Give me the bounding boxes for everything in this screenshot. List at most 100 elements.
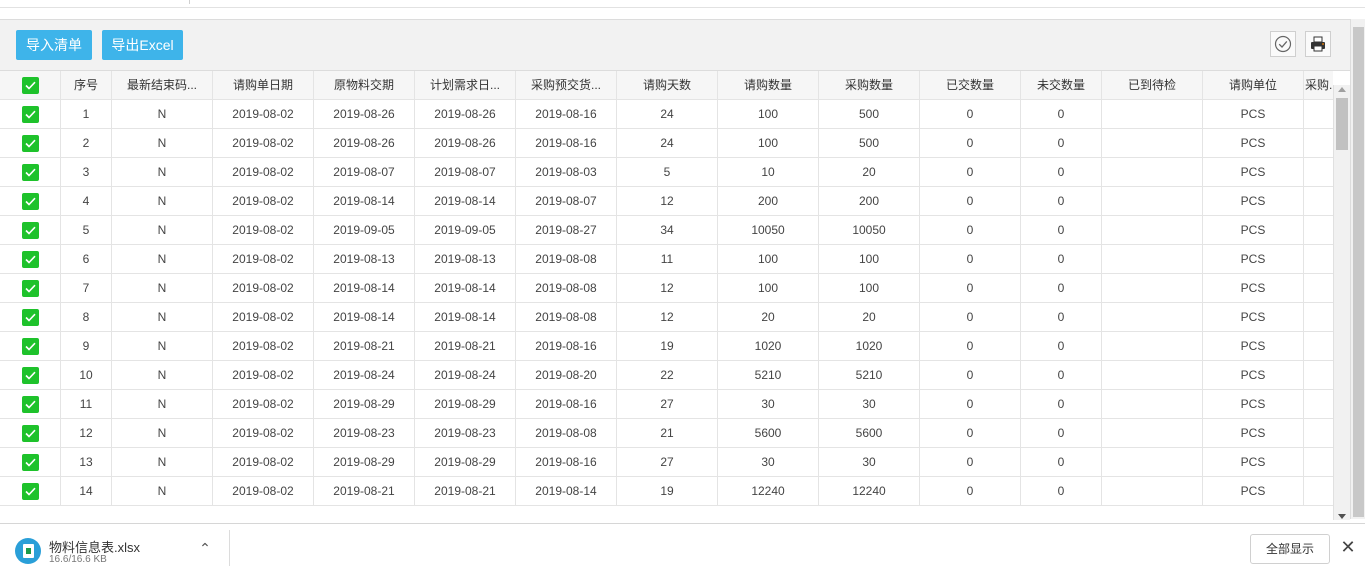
table-cell[interactable]: 11: [61, 390, 112, 419]
table-cell[interactable]: 2019-08-23: [415, 419, 516, 448]
row-select-cell[interactable]: [0, 361, 61, 390]
row-select-cell[interactable]: [0, 245, 61, 274]
table-cell[interactable]: 100: [718, 129, 819, 158]
table-cell[interactable]: 2019-08-02: [213, 477, 314, 506]
table-cell[interactable]: 2019-08-03: [516, 158, 617, 187]
row-select-cell[interactable]: [0, 216, 61, 245]
table-cell[interactable]: 0: [1021, 361, 1102, 390]
import-list-button[interactable]: 导入清单: [16, 30, 92, 60]
checkbox-checked-icon[interactable]: [21, 251, 39, 268]
row-select-cell[interactable]: [0, 303, 61, 332]
column-header[interactable]: 请购数量: [718, 71, 819, 100]
table-cell[interactable]: 500: [819, 129, 920, 158]
table-cell[interactable]: 10: [61, 361, 112, 390]
table-cell[interactable]: 2019-08-02: [213, 332, 314, 361]
table-cell[interactable]: 2019-08-16: [516, 129, 617, 158]
row-select-cell[interactable]: [0, 187, 61, 216]
column-header[interactable]: 计划需求日...: [415, 71, 516, 100]
table-cell[interactable]: 20: [819, 303, 920, 332]
table-cell[interactable]: 0: [1021, 303, 1102, 332]
table-cell[interactable]: [1102, 419, 1203, 448]
checkbox-checked-icon[interactable]: [21, 367, 39, 384]
table-cell[interactable]: 3: [61, 158, 112, 187]
table-cell[interactable]: 2019-08-02: [213, 100, 314, 129]
table-cell[interactable]: 100: [718, 100, 819, 129]
table-cell[interactable]: PCS: [1203, 390, 1304, 419]
table-cell[interactable]: 24: [617, 100, 718, 129]
table-cell[interactable]: 11: [617, 245, 718, 274]
table-cell[interactable]: 2019-08-26: [415, 100, 516, 129]
table-cell[interactable]: PCS: [1203, 419, 1304, 448]
page-vertical-scroll-thumb[interactable]: [1353, 27, 1364, 517]
table-cell[interactable]: 2019-08-07: [415, 158, 516, 187]
table-cell[interactable]: 5: [61, 216, 112, 245]
column-header[interactable]: 序号: [61, 71, 112, 100]
table-cell[interactable]: 2019-08-29: [314, 448, 415, 477]
checkbox-checked-icon[interactable]: [21, 309, 39, 326]
table-cell[interactable]: 2019-08-14: [314, 303, 415, 332]
checkbox-checked-icon[interactable]: [21, 164, 39, 181]
table-cell[interactable]: 30: [718, 448, 819, 477]
table-cell[interactable]: 1020: [819, 332, 920, 361]
table-cell[interactable]: 0: [920, 216, 1021, 245]
export-excel-button[interactable]: 导出Excel: [102, 30, 183, 60]
scroll-up-icon[interactable]: [1338, 87, 1346, 92]
table-cell[interactable]: 2019-08-26: [415, 129, 516, 158]
column-header[interactable]: 最新结束码...: [112, 71, 213, 100]
scroll-down-icon[interactable]: [1338, 514, 1346, 519]
table-cell[interactable]: 2019-08-14: [314, 274, 415, 303]
table-cell[interactable]: 2019-08-14: [516, 477, 617, 506]
table-cell[interactable]: [1102, 158, 1203, 187]
table-cell[interactable]: 5210: [718, 361, 819, 390]
page-vertical-scrollbar[interactable]: [1350, 19, 1365, 519]
table-cell[interactable]: PCS: [1203, 332, 1304, 361]
table-cell[interactable]: 2019-08-02: [213, 245, 314, 274]
table-cell[interactable]: PCS: [1203, 448, 1304, 477]
table-cell[interactable]: [1102, 332, 1203, 361]
table-cell[interactable]: 27: [617, 390, 718, 419]
column-header[interactable]: 请购单位: [1203, 71, 1304, 100]
table-cell[interactable]: 2019-08-16: [516, 100, 617, 129]
table-cell[interactable]: 10050: [718, 216, 819, 245]
table-cell[interactable]: N: [112, 245, 213, 274]
table-cell[interactable]: PCS: [1203, 274, 1304, 303]
row-select-cell[interactable]: [0, 390, 61, 419]
table-cell[interactable]: N: [112, 129, 213, 158]
row-select-cell[interactable]: [0, 448, 61, 477]
column-header[interactable]: 采购数量: [819, 71, 920, 100]
table-cell[interactable]: 2019-08-14: [415, 187, 516, 216]
table-cell[interactable]: 24: [617, 129, 718, 158]
show-all-button[interactable]: 全部显示: [1250, 534, 1330, 564]
table-row[interactable]: 1 N 2019-08-02 2019-08-26 2019-08-26 2019-08-…: [0, 100, 1333, 129]
table-cell[interactable]: 5210: [819, 361, 920, 390]
table-cell[interactable]: 5600: [718, 419, 819, 448]
table-cell[interactable]: 2019-08-14: [415, 303, 516, 332]
table-cell[interactable]: N: [112, 477, 213, 506]
column-header[interactable]: 原物料交期: [314, 71, 415, 100]
table-row[interactable]: 4 N 2019-08-02 2019-08-14 2019-08-14 2019-08-…: [0, 187, 1333, 216]
table-cell[interactable]: N: [112, 361, 213, 390]
checkbox-checked-icon[interactable]: [21, 338, 39, 355]
table-cell[interactable]: 2019-08-02: [213, 216, 314, 245]
table-cell[interactable]: N: [112, 158, 213, 187]
table-row[interactable]: 8 N 2019-08-02 2019-08-14 2019-08-14 2019-08-…: [0, 303, 1333, 332]
table-cell[interactable]: 2019-08-02: [213, 274, 314, 303]
table-cell[interactable]: 2019-08-21: [415, 332, 516, 361]
column-header[interactable]: 采购预交货...: [516, 71, 617, 100]
checkbox-checked-icon[interactable]: [21, 280, 39, 297]
table-cell[interactable]: 2019-08-07: [314, 158, 415, 187]
table-row[interactable]: 5 N 2019-08-02 2019-09-05 2019-09-05 2019-08-…: [0, 216, 1333, 245]
table-cell[interactable]: 19: [617, 477, 718, 506]
table-cell[interactable]: 0: [920, 332, 1021, 361]
checkbox-checked-icon[interactable]: [21, 425, 39, 442]
table-row[interactable]: 6 N 2019-08-02 2019-08-13 2019-08-13 2019-08-…: [0, 245, 1333, 274]
table-row[interactable]: 13 N 2019-08-02 2019-08-29 2019-08-29 2019-08…: [0, 448, 1333, 477]
table-cell[interactable]: [1102, 448, 1203, 477]
table-cell[interactable]: N: [112, 274, 213, 303]
table-cell[interactable]: 2019-08-21: [314, 332, 415, 361]
table-cell[interactable]: 12: [617, 303, 718, 332]
table-row[interactable]: 12 N 2019-08-02 2019-08-23 2019-08-23 2019-08…: [0, 419, 1333, 448]
table-cell[interactable]: N: [112, 303, 213, 332]
table-cell[interactable]: PCS: [1203, 361, 1304, 390]
table-cell[interactable]: 12: [617, 187, 718, 216]
